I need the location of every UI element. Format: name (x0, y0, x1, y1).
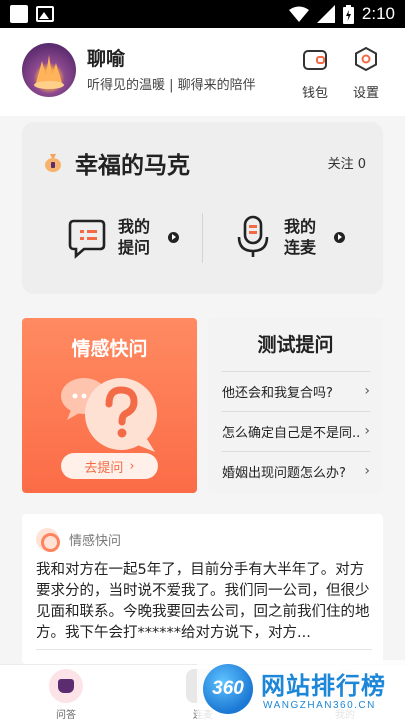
quick-ask-card[interactable]: 情感快问 去提问 › (22, 318, 197, 493)
chevron-right-icon: › (129, 458, 135, 474)
my-mic-button[interactable]: 我的连麦 (234, 215, 345, 259)
watermark: 360 网站排行榜 WANGZHAN360.CN (197, 660, 405, 720)
gear-icon (355, 46, 377, 72)
go-ask-button[interactable]: 去提问 › (61, 453, 158, 479)
settings-label: 设置 (352, 86, 379, 101)
image-notification-icon (36, 6, 54, 22)
qa-category: 情感快问 (69, 534, 122, 549)
quick-ask-badge-icon (36, 528, 60, 552)
qa-tab-icon (49, 669, 83, 703)
test-question-text: 怎么确定自己是不是同... (222, 425, 360, 441)
chevron-right-icon: › (364, 383, 370, 399)
wallet-icon (303, 50, 327, 70)
app-slogan: 听得见的温暖 | 聊得来的陪伴 (87, 78, 256, 93)
flame-logo-icon (34, 55, 64, 89)
watermark-logo: 360 (203, 664, 253, 714)
battery-icon (342, 4, 354, 24)
microphone-icon (237, 215, 269, 257)
watermark-name: 网站排行榜 (261, 672, 386, 700)
divider (202, 213, 203, 263)
follow-count[interactable]: 关注 0 (328, 153, 366, 172)
wallet-label: 钱包 (301, 86, 328, 101)
wifi-icon (288, 6, 309, 22)
test-question-text: 他还会和我复合吗? (222, 385, 333, 401)
chevron-right-icon: › (364, 423, 370, 439)
settings-button[interactable]: 设置 (344, 46, 388, 101)
play-icon (334, 231, 345, 243)
chat-question-icon (68, 219, 106, 259)
test-question-text: 婚姻出现问题怎么办? (222, 465, 346, 481)
app-name: 聊喻 (87, 48, 126, 70)
wallet-button[interactable]: 钱包 (293, 46, 337, 101)
signal-icon (316, 5, 335, 23)
profile-card: 幸福的马克 关注 0 我的提问 我的连麦 (22, 122, 383, 294)
test-ask-card: 测试提问 他还会和我复合吗? › 怎么确定自己是不是同... › 婚姻出现问题怎… (208, 318, 383, 493)
clock: 2:10 (361, 4, 395, 23)
test-ask-title: 测试提问 (257, 334, 334, 356)
test-question-item[interactable]: 婚姻出现问题怎么办? › (222, 451, 370, 491)
status-bar: 2:10 (0, 0, 405, 28)
my-questions-button[interactable]: 我的提问 (68, 215, 179, 259)
qa-post-text: 我和对方在一起5年了，目前分手有大半年了。对方要求分的，当时说不爱我了。我们同一… (36, 562, 370, 641)
chevron-right-icon: › (364, 463, 370, 479)
header: 聊喻 听得见的温暖 | 聊得来的陪伴 钱包 设置 (0, 28, 405, 116)
qa-post-card[interactable]: 情感快问 我和对方在一起5年了，目前分手有大半年了。对方要求分的，当时说不爱我了… (22, 514, 383, 664)
divider (36, 649, 372, 650)
tab-qa[interactable]: 问答 (36, 669, 96, 720)
test-question-item[interactable]: 怎么确定自己是不是同... › (222, 411, 370, 451)
go-ask-label: 去提问 (84, 460, 124, 476)
tab-label: 问答 (56, 710, 76, 720)
play-icon (168, 231, 179, 243)
money-bag-icon (45, 154, 61, 172)
test-question-item[interactable]: 他还会和我复合吗? › (222, 371, 370, 411)
my-questions-label: 我的提问 (118, 217, 151, 257)
watermark-url: WANGZHAN360.CN (263, 700, 376, 711)
quick-ask-title: 情感快问 (71, 338, 148, 360)
user-name: 幸福的马克 (75, 153, 190, 179)
question-bubble-icon (61, 378, 157, 452)
my-mic-label: 我的连麦 (284, 217, 317, 257)
app-logo-avatar[interactable] (22, 43, 76, 97)
notification-square-icon (10, 5, 28, 23)
